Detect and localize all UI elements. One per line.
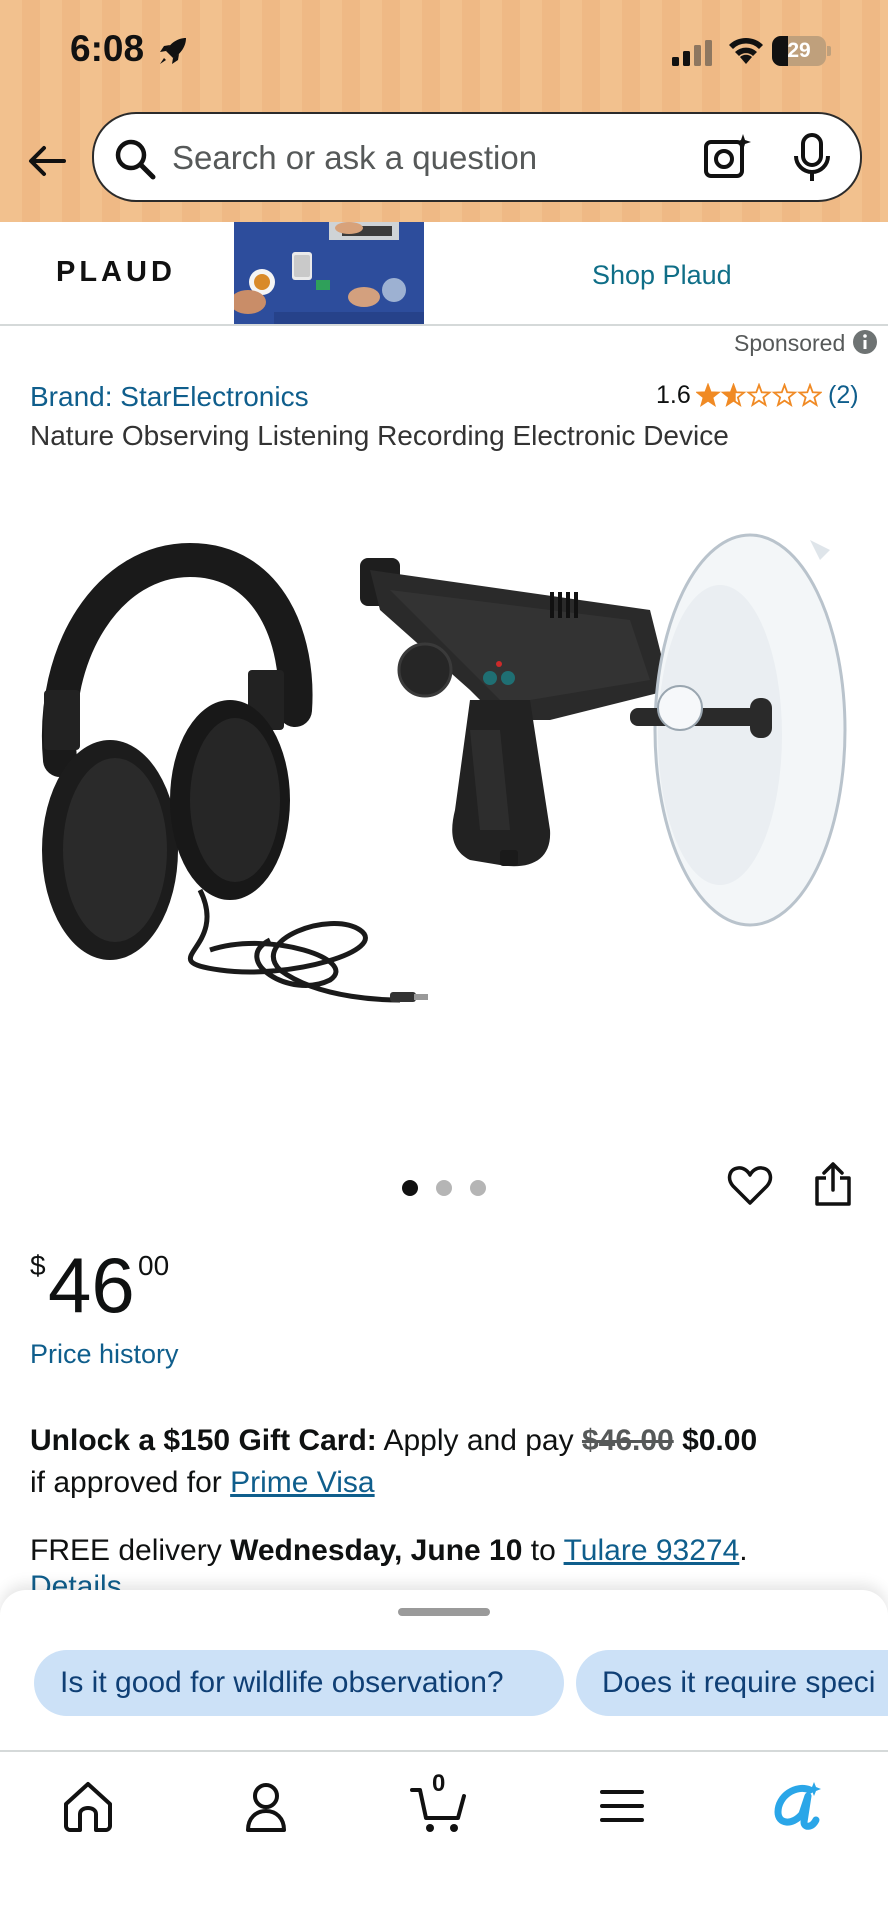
menu-icon[interactable] <box>592 1776 652 1836</box>
search-bar[interactable] <box>92 112 862 202</box>
star-outline <box>746 383 772 407</box>
product-image[interactable] <box>30 530 858 1050</box>
price-symbol: $ <box>30 1250 46 1281</box>
shop-plaud-link[interactable]: Shop Plaud <box>592 260 732 291</box>
home-icon[interactable] <box>58 1776 118 1836</box>
prime-visa-link[interactable]: Prime Visa <box>230 1466 375 1499</box>
bottom-nav: 0 <box>0 1750 888 1920</box>
price-whole: 46 <box>48 1241 135 1329</box>
carousel-dot <box>436 1180 452 1196</box>
delivery-info: FREE delivery Wednesday, June 10 to Tula… <box>30 1530 880 1572</box>
status-time: 6:08 <box>70 28 145 69</box>
back-arrow-icon[interactable] <box>24 138 70 184</box>
sponsored-banner[interactable]: PLAUD Shop Plaud <box>0 222 888 326</box>
cart-button[interactable]: 0 <box>410 1770 470 1836</box>
cart-count: 0 <box>432 1770 446 1797</box>
header: 6:08 29 <box>0 0 888 222</box>
suggestions-sheet: Is it good for wildlife observation? Doe… <box>0 1590 888 1750</box>
rating-count-link[interactable]: (2) <box>828 381 859 410</box>
microphone-icon[interactable] <box>792 132 832 184</box>
image-carousel-dots[interactable] <box>400 1178 490 1198</box>
rating-value: 1.6 <box>656 381 691 409</box>
search-input[interactable] <box>172 128 692 188</box>
carousel-dot <box>402 1180 418 1196</box>
headphones-illustration <box>41 542 428 1003</box>
star-outline <box>771 383 798 407</box>
search-icon <box>115 139 156 180</box>
sponsored-label: Sponsored <box>734 330 846 356</box>
wishlist-heart-icon[interactable] <box>727 1163 773 1209</box>
suggestion-chip[interactable]: Does it require speci <box>576 1650 888 1716</box>
price-fraction: 00 <box>138 1250 170 1281</box>
delivery-to: to <box>530 1534 556 1567</box>
info-icon[interactable] <box>852 329 878 355</box>
delivery-prefix: FREE delivery <box>30 1534 222 1567</box>
promo-old-price: $46.00 <box>581 1424 674 1457</box>
promo-text: Apply and pay <box>383 1424 574 1457</box>
delivery-date: Wednesday, June 10 <box>230 1534 523 1567</box>
plaud-logo: PLAUD <box>56 256 176 288</box>
camera-search-icon[interactable] <box>702 132 752 182</box>
rufus-assistant-icon[interactable] <box>766 1776 826 1836</box>
delivery-period: . <box>739 1534 748 1567</box>
suggestion-chip[interactable]: Is it good for wildlife observation? <box>34 1650 564 1716</box>
promo-line2: if approved for <box>30 1466 222 1499</box>
rocket-icon <box>160 38 186 64</box>
delivery-location-link[interactable]: Tulare 93274 <box>564 1534 740 1567</box>
promo-headline: Unlock a $150 Gift Card: <box>30 1424 377 1457</box>
brand-link[interactable]: Brand: StarElectronics <box>30 381 309 413</box>
gift-card-promo: Unlock a $150 Gift Card: Apply and pay $… <box>30 1420 870 1504</box>
signal-icon <box>672 40 712 66</box>
wifi-icon <box>729 37 763 64</box>
banner-image <box>234 222 424 324</box>
carousel-dot <box>470 1180 486 1196</box>
promo-new-price: $0.00 <box>682 1424 758 1457</box>
star-rating[interactable] <box>696 383 822 409</box>
star-fill <box>697 385 719 405</box>
account-icon[interactable] <box>236 1776 296 1836</box>
share-icon[interactable] <box>812 1160 854 1208</box>
battery-percent: 29 <box>787 39 811 62</box>
star-outline <box>797 383 822 407</box>
sheet-handle[interactable] <box>398 1608 490 1616</box>
battery-icon: 29 <box>772 36 831 66</box>
price-history-link[interactable]: Price history <box>30 1339 179 1370</box>
listening-device-illustration <box>360 533 847 927</box>
product-title: Nature Observing Listening Recording Ele… <box>30 420 729 451</box>
